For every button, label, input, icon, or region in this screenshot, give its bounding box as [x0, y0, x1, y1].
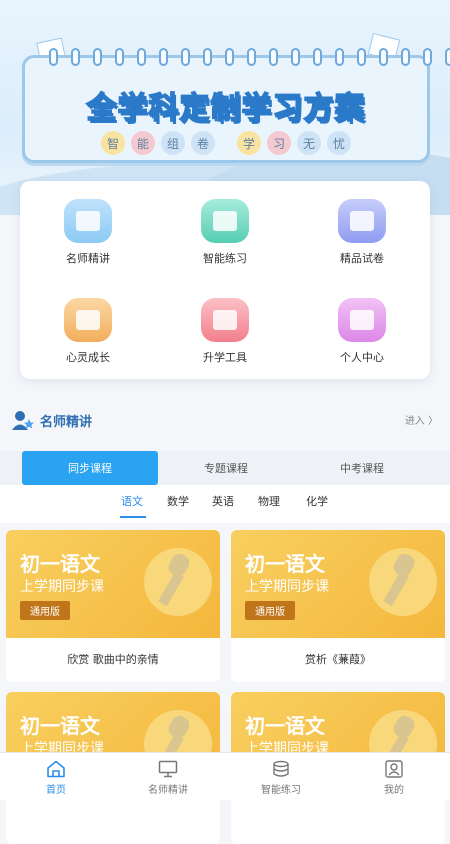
teacher-star-icon — [12, 411, 34, 430]
menu-item-smart-practice[interactable]: 智能练习 — [157, 181, 293, 271]
banner-subtitle-char: 能 — [131, 131, 155, 155]
menu-item-teacher-lecture[interactable]: 名师精讲 — [20, 181, 156, 271]
section-title: 名师精讲 — [40, 415, 93, 430]
banner-subtitle-char: 忧 — [327, 131, 351, 155]
course-name: 欣赏 歌曲中的亲情 — [67, 653, 159, 666]
nav-smart-practice[interactable]: 智能练习 — [225, 753, 337, 801]
tab-sync-courses[interactable]: 同步课程 — [22, 451, 158, 485]
menu-item-exam-papers[interactable]: 精品试卷 — [294, 181, 430, 271]
course-cover-title: 初一语文 — [20, 552, 100, 576]
banner-title: 全学科定制学习方案 — [86, 90, 366, 127]
menu-item-label: 心灵成长 — [66, 351, 110, 364]
nav-label: 名师精讲 — [148, 785, 188, 796]
bottom-navigation: 首页 名师精讲 智能练习 我的 — [0, 752, 450, 800]
course-cover-title: 初一语文 — [245, 714, 325, 738]
menu-item-personal-center[interactable]: 个人中心 — [294, 280, 430, 370]
course-card[interactable]: 初一语文 上学期同步课 通用版 欣赏 歌曲中的亲情 — [6, 530, 220, 682]
course-cover-title: 初一语文 — [20, 714, 100, 738]
section-enter-link[interactable]: 进入 〉 — [405, 412, 438, 427]
subject-chinese[interactable]: 语文 — [121, 493, 143, 509]
banner-subtitle-char: 卷 — [191, 131, 215, 155]
tab-topic-courses[interactable]: 专题课程 — [158, 451, 294, 485]
banner-subtitle-char: 组 — [161, 131, 185, 155]
subject-english[interactable]: 英语 — [212, 493, 234, 509]
course-cover: 初一语文 上学期同步课 通用版 — [6, 530, 220, 638]
course-cover-subtitle: 上学期同步课 — [20, 579, 104, 595]
home-icon — [47, 760, 65, 778]
menu-item-growth[interactable]: 心灵成长 — [20, 280, 156, 370]
nav-label: 智能练习 — [261, 785, 301, 796]
banner-subtitle-char: 智 — [101, 131, 125, 155]
person-icon — [338, 298, 386, 342]
exam-paper-icon — [338, 199, 386, 243]
monitor-icon — [158, 760, 178, 778]
tab-exam-courses[interactable]: 中考课程 — [294, 451, 430, 485]
notebook-rings — [49, 48, 450, 66]
profile-icon — [385, 760, 403, 778]
nav-home[interactable]: 首页 — [0, 753, 112, 801]
video-lesson-icon — [64, 199, 112, 243]
key-icon — [369, 548, 437, 616]
subject-chemistry[interactable]: 化学 — [306, 493, 328, 509]
course-tabs: 同步课程 专题课程 中考课程 — [0, 451, 450, 485]
subject-math[interactable]: 数学 — [167, 493, 189, 509]
menu-item-label: 名师精讲 — [66, 252, 110, 265]
nav-mine[interactable]: 我的 — [338, 753, 450, 801]
graduation-cap-icon — [201, 298, 249, 342]
nav-label: 我的 — [384, 785, 404, 796]
practice-book-icon — [201, 199, 249, 243]
edition-badge: 通用版 — [20, 601, 70, 620]
menu-item-label: 精品试卷 — [340, 252, 384, 265]
course-cover: 初一语文 上学期同步课 通用版 — [231, 530, 445, 638]
course-name: 赏析《蒹葭》 — [305, 653, 371, 666]
edition-badge: 通用版 — [245, 601, 295, 620]
active-subject-indicator — [120, 516, 146, 518]
feature-menu: 名师精讲 智能练习 精品试卷 心灵成长 升学工具 个人中心 — [20, 181, 430, 379]
promo-banner[interactable]: 全学科定制学习方案 智 能 组 卷 学 习 无 忧 — [22, 48, 450, 163]
nav-label: 首页 — [46, 785, 66, 796]
course-cover-title: 初一语文 — [245, 552, 325, 576]
menu-item-admission-tools[interactable]: 升学工具 — [157, 280, 293, 370]
course-card[interactable]: 初一语文 上学期同步课 通用版 赏析《蒹葭》 — [231, 530, 445, 682]
key-icon — [144, 548, 212, 616]
subject-physics[interactable]: 物理 — [258, 493, 280, 509]
subject-filter: 语文 数学 英语 物理 化学 — [0, 485, 450, 523]
menu-item-label: 智能练习 — [203, 252, 247, 265]
menu-item-label: 个人中心 — [340, 351, 384, 364]
section-header: 名师精讲 进入 〉 — [12, 408, 438, 432]
course-cover-subtitle: 上学期同步课 — [245, 579, 329, 595]
menu-item-label: 升学工具 — [203, 351, 247, 364]
banner-subtitle-char: 学 — [237, 131, 261, 155]
growth-bag-icon — [64, 298, 112, 342]
banner-subtitle-char: 无 — [297, 131, 321, 155]
nav-teacher-lecture[interactable]: 名师精讲 — [112, 753, 224, 801]
banner-subtitle: 智 能 组 卷 学 习 无 忧 — [25, 131, 427, 155]
banner-subtitle-char: 习 — [267, 131, 291, 155]
database-icon — [273, 760, 289, 777]
